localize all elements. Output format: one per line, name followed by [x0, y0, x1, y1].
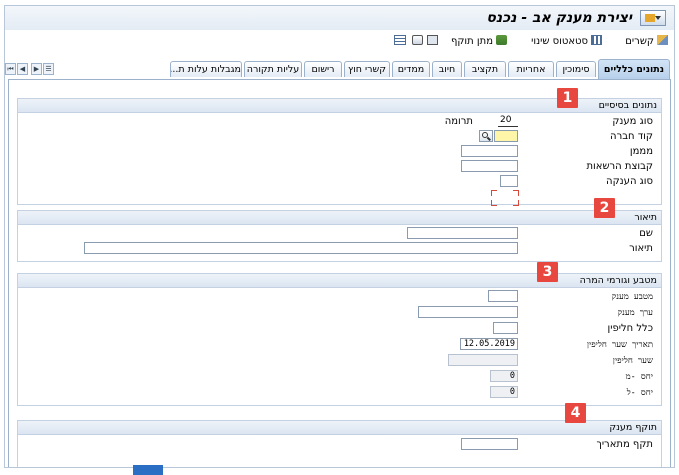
grant-type-description: תרומה: [444, 116, 473, 127]
tab-dimensions[interactable]: ממדים: [392, 61, 430, 77]
currency-title: מטבע וגורמי המרה: [18, 274, 661, 288]
footer-fragment: [133, 465, 163, 475]
description-label: תיאור: [629, 243, 653, 254]
validate-button[interactable]: מתן תוקף: [451, 35, 507, 47]
award-type-field[interactable]: [500, 175, 518, 187]
ratio-from-field: 0: [490, 370, 518, 382]
sponsor-field[interactable]: [461, 145, 518, 157]
sponsor-label: מממן: [629, 146, 653, 157]
tab-posting[interactable]: רישום: [304, 61, 342, 77]
sap-menu-icon[interactable]: [640, 10, 666, 26]
exchange-rule-label: כלל חליפין: [607, 323, 654, 334]
ratio-to-field: 0: [490, 386, 518, 398]
valid-from-field[interactable]: [461, 438, 518, 450]
authority-group-field[interactable]: [461, 160, 518, 172]
tab-scroll-next-button[interactable]: ▶: [31, 63, 42, 75]
focus-marker: [491, 190, 519, 206]
grant-currency-label: מטבע מענק: [611, 292, 653, 302]
overview-button[interactable]: [391, 35, 406, 47]
save-icon: [427, 35, 438, 45]
validity-title: תוקף מענק: [18, 421, 661, 435]
authority-group-label: קבוצת הרשאות: [586, 161, 653, 172]
grant-value-label: ערך מענק: [617, 308, 653, 318]
rate-date-label: תאריך שער חליפין: [586, 340, 653, 350]
sap-window: יצירת מענק אב - נכנס קשרים סטאטוס שינוי …: [4, 5, 675, 468]
grant-type-value[interactable]: 20: [498, 115, 518, 127]
tab-scroll-prev-button[interactable]: ◀: [17, 63, 28, 75]
grant-type-label: סוג מענק: [612, 116, 653, 127]
overview-icon: [394, 35, 406, 45]
title-bar: יצירת מענק אב - נכנס: [5, 6, 674, 30]
valid-from-label: תקף מתאריך: [596, 439, 653, 450]
tab-general-data[interactable]: נתונים כלליים: [598, 59, 670, 79]
status-change-icon: [591, 35, 602, 45]
exchange-rate-label: שער חליפין: [612, 356, 653, 366]
annotation-badge-1: 1: [557, 88, 578, 108]
annotation-badge-2: 2: [594, 198, 615, 218]
validity-group: תוקף מענק תקף מתאריך: [17, 420, 662, 467]
company-code-search-button[interactable]: [479, 130, 493, 142]
save-button[interactable]: [424, 35, 438, 47]
validate-icon: [496, 35, 507, 45]
basic-data-group: נתונים בסיסיים סוג מענק 20 תרומה קוד חבר…: [17, 98, 662, 206]
tab-cost-limits[interactable]: מגבלות עלות ת...: [170, 61, 242, 77]
relations-button[interactable]: קשרים: [625, 35, 668, 47]
tab-list-button[interactable]: ☰: [43, 63, 54, 75]
ratio-to-label: יחס -ל: [626, 388, 653, 398]
exchange-rate-field: [448, 354, 518, 366]
grant-currency-field[interactable]: [488, 290, 518, 302]
name-label: שם: [639, 228, 653, 239]
tab-external-relations[interactable]: קשרי חוץ: [344, 61, 390, 77]
application-toolbar: קשרים סטאטוס שינוי מתן תוקף: [5, 32, 674, 52]
annotation-badge-4: 4: [565, 403, 586, 423]
window-title: יצירת מענק אב - נכנס: [486, 10, 632, 26]
copy-icon: [412, 35, 423, 45]
annotation-badge-3: 3: [537, 262, 558, 282]
name-field[interactable]: [407, 227, 518, 239]
ratio-from-label: יחס -מ: [625, 372, 653, 382]
rate-date-field[interactable]: 12.05.2019: [460, 338, 518, 350]
description-field[interactable]: [84, 242, 518, 254]
tab-overhead-costs[interactable]: עליות תקורה: [244, 61, 302, 77]
currency-group: מטבע וגורמי המרה מטבע מענק ערך מענק כלל …: [17, 273, 662, 406]
tab-strip: נתונים כלליים סימוכין אחריות תקציב חיוב …: [5, 59, 674, 79]
company-code-field[interactable]: [494, 130, 518, 142]
company-code-label: קוד חברה: [610, 131, 653, 142]
status-change-button[interactable]: סטאטוס שינוי: [531, 35, 602, 47]
tab-scroll-first-button[interactable]: ⏮: [5, 63, 16, 75]
description-title: תיאור: [18, 211, 661, 225]
grant-value-field[interactable]: [418, 306, 518, 318]
description-group: תיאור שם תיאור: [17, 210, 662, 262]
exchange-rule-field[interactable]: [493, 322, 518, 334]
tab-references[interactable]: סימוכין: [556, 61, 596, 77]
relations-icon: [657, 35, 668, 45]
copy-button[interactable]: [409, 35, 423, 47]
tab-billing[interactable]: חיוב: [432, 61, 462, 77]
tab-budget[interactable]: תקציב: [464, 61, 506, 77]
tab-responsibility[interactable]: אחריות: [508, 61, 554, 77]
award-type-label: סוג הענקה: [606, 176, 653, 187]
